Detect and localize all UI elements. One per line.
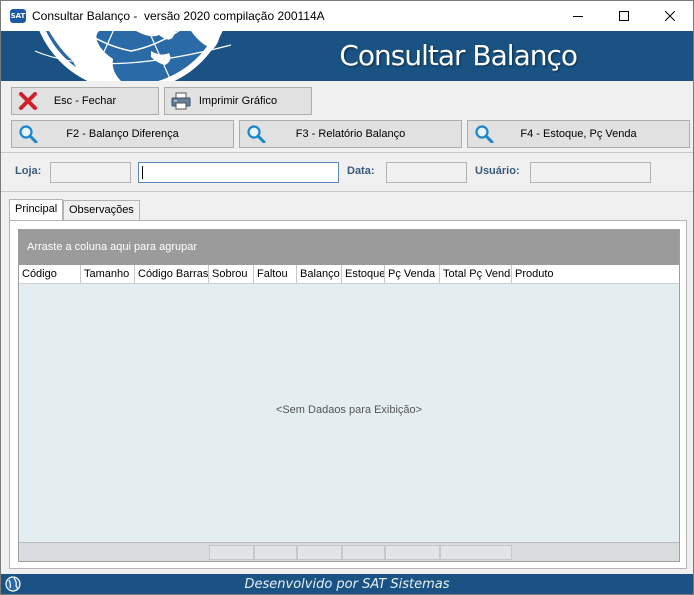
data-label: Data:	[347, 165, 375, 177]
empty-grid-message: <Sem Dadaos para Exibição>	[275, 404, 423, 416]
maximize-button[interactable]	[601, 1, 647, 31]
footer-cell-pc-venda	[385, 545, 440, 560]
toolbar: Esc - Fechar Imprimir Gráfico F2 - Balan…	[1, 81, 693, 153]
app-window: SAT Consultar Balanço - versão 2020 comp…	[0, 0, 694, 595]
column-header-pc-venda[interactable]: Pç Venda	[385, 265, 440, 284]
column-header-tamanho[interactable]: Tamanho	[81, 265, 135, 284]
loja-code-field[interactable]	[50, 162, 131, 183]
f3-balance-report-button[interactable]: F3 - Relatório Balanço	[239, 120, 462, 148]
globe-logo-icon	[34, 31, 232, 81]
grid-header: Código Tamanho Código Barras Sobrou Falt…	[19, 265, 679, 284]
title-bar[interactable]: SAT Consultar Balanço - versão 2020 comp…	[1, 1, 693, 31]
window-title: Consultar Balanço - versão 2020 compilaç…	[32, 9, 325, 23]
footer-cell-estoque	[342, 545, 385, 560]
tab-observacoes[interactable]: Observações	[63, 200, 140, 220]
f2-label: F2 - Balanço Diferença	[66, 128, 179, 140]
banner-title: Consultar Balanço	[339, 39, 578, 72]
app-icon: SAT	[10, 9, 26, 23]
column-header-codigo-barras[interactable]: Código Barras	[135, 265, 209, 284]
footer-cell-faltou	[254, 545, 297, 560]
group-by-panel[interactable]: Arraste a coluna aqui para agrupar	[19, 230, 679, 265]
column-header-total-pc-venda[interactable]: Total Pç Venda	[440, 265, 512, 284]
search-icon	[247, 125, 266, 143]
footer-cell-sobrou	[209, 545, 254, 560]
column-header-estoque[interactable]: Estoque	[342, 265, 385, 284]
status-bar: Desenvolvido por SAT Sistemas	[1, 574, 693, 594]
data-grid[interactable]: Arraste a coluna aqui para agrupar Códig…	[18, 229, 680, 562]
search-icon	[475, 125, 494, 143]
print-chart-button[interactable]: Imprimir Gráfico	[164, 87, 312, 115]
tab-principal[interactable]: Principal	[9, 199, 64, 220]
f2-balance-difference-button[interactable]: F2 - Balanço Diferença	[11, 120, 234, 148]
column-header-sobrou[interactable]: Sobrou	[209, 265, 254, 284]
column-header-produto[interactable]: Produto	[512, 265, 679, 284]
header-banner: Consultar Balanço	[1, 31, 693, 81]
printer-icon	[171, 92, 191, 110]
f4-label: F4 - Estoque, Pç Venda	[520, 128, 637, 140]
close-x-icon	[19, 92, 37, 110]
grid-footer	[19, 542, 679, 561]
f4-stock-price-button[interactable]: F4 - Estoque, Pç Venda	[467, 120, 690, 148]
loja-name-field[interactable]	[138, 162, 339, 183]
filter-bar: Loja: Data: Usuário:	[1, 154, 693, 192]
column-header-faltou[interactable]: Faltou	[254, 265, 297, 284]
search-icon	[19, 125, 38, 143]
usuario-label: Usuário:	[475, 165, 520, 177]
footer-cell-total-pc-venda	[440, 545, 512, 560]
column-header-balanco[interactable]: Balanço	[297, 265, 342, 284]
tab-panel-principal: Arraste a coluna aqui para agrupar Códig…	[9, 220, 687, 569]
data-field[interactable]	[386, 162, 467, 183]
footer-cell-balanco	[297, 545, 342, 560]
close-button[interactable]: Esc - Fechar	[11, 87, 159, 115]
status-text: Desenvolvido por SAT Sistemas	[244, 577, 450, 592]
f3-label: F3 - Relatório Balanço	[295, 128, 406, 140]
close-window-button[interactable]	[647, 1, 693, 31]
minimize-button[interactable]	[555, 1, 601, 31]
text-cursor	[142, 166, 143, 179]
minimize-icon	[573, 16, 583, 17]
usuario-field[interactable]	[530, 162, 651, 183]
column-header-codigo[interactable]: Código	[19, 265, 81, 284]
loja-label: Loja:	[15, 165, 42, 177]
close-icon	[665, 11, 675, 21]
maximize-icon	[619, 11, 629, 21]
